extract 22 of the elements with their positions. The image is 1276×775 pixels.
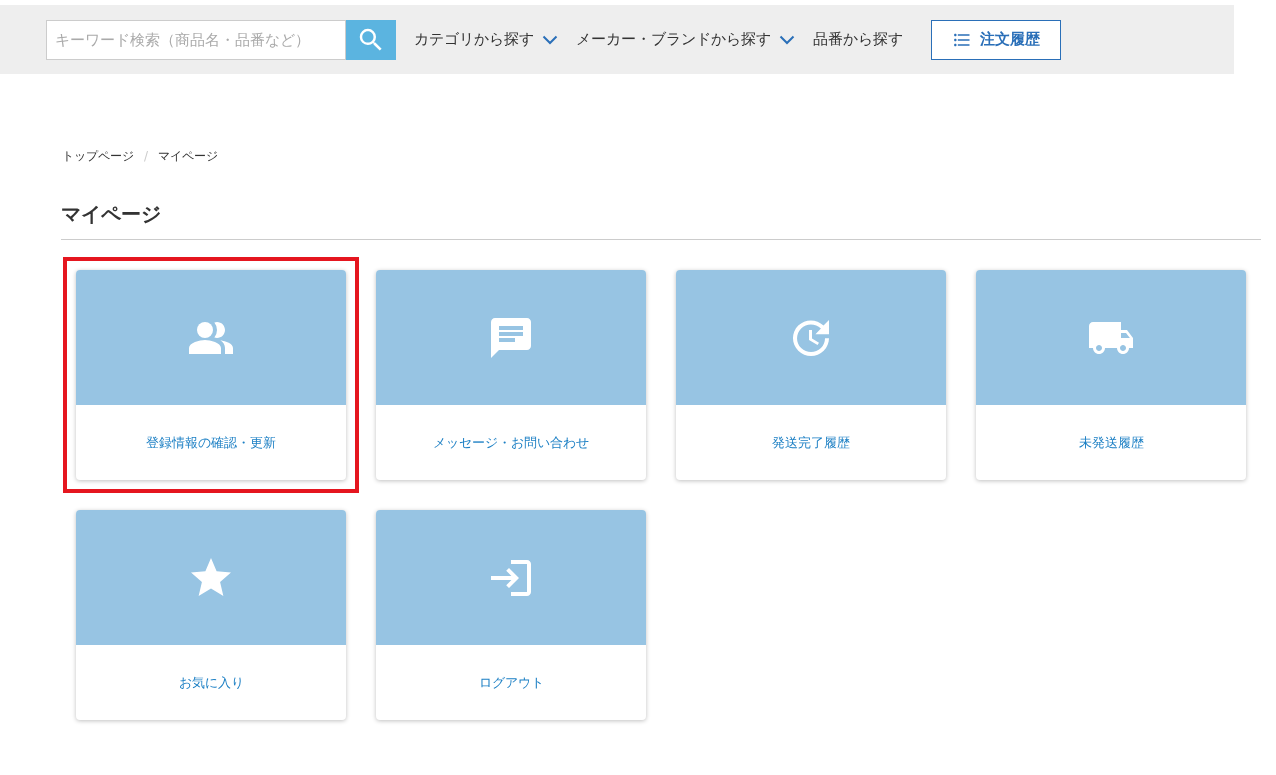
search-button[interactable] (346, 19, 396, 60)
menu-card[interactable]: お気に入り (76, 510, 346, 720)
search-field[interactable]: キーワード検索（商品名・品番など） (46, 19, 346, 60)
breadcrumb-link[interactable]: トップページ (62, 147, 134, 165)
nav-link[interactable]: メーカー・ブランドから探す (576, 28, 795, 51)
breadcrumb-separator: / (144, 148, 149, 165)
menu-card[interactable]: ログアウト (376, 510, 646, 720)
page-title: マイページ (61, 201, 161, 228)
card-label: 発送完了履歴 (772, 433, 850, 452)
breadcrumb-link[interactable]: マイページ (158, 147, 219, 165)
menu-card[interactable]: 未発送履歴 (976, 270, 1246, 480)
card-label: ログアウト (478, 673, 544, 692)
card-label: メッセージ・お問い合わせ (433, 433, 589, 452)
card-label: 未発送履歴 (1078, 433, 1144, 452)
nav-link[interactable]: カテゴリから探す (414, 28, 558, 51)
card-label: お気に入り (178, 673, 244, 692)
card-label: 登録情報の確認・更新 (146, 433, 276, 452)
order-history-button[interactable]: 注文履歴 (931, 19, 1061, 60)
nav-link[interactable]: 品番から探す (813, 28, 903, 51)
menu-card[interactable]: 登録情報の確認・更新 (76, 270, 346, 480)
menu-card[interactable]: 発送完了履歴 (676, 270, 946, 480)
menu-card[interactable]: メッセージ・お問い合わせ (376, 270, 646, 480)
